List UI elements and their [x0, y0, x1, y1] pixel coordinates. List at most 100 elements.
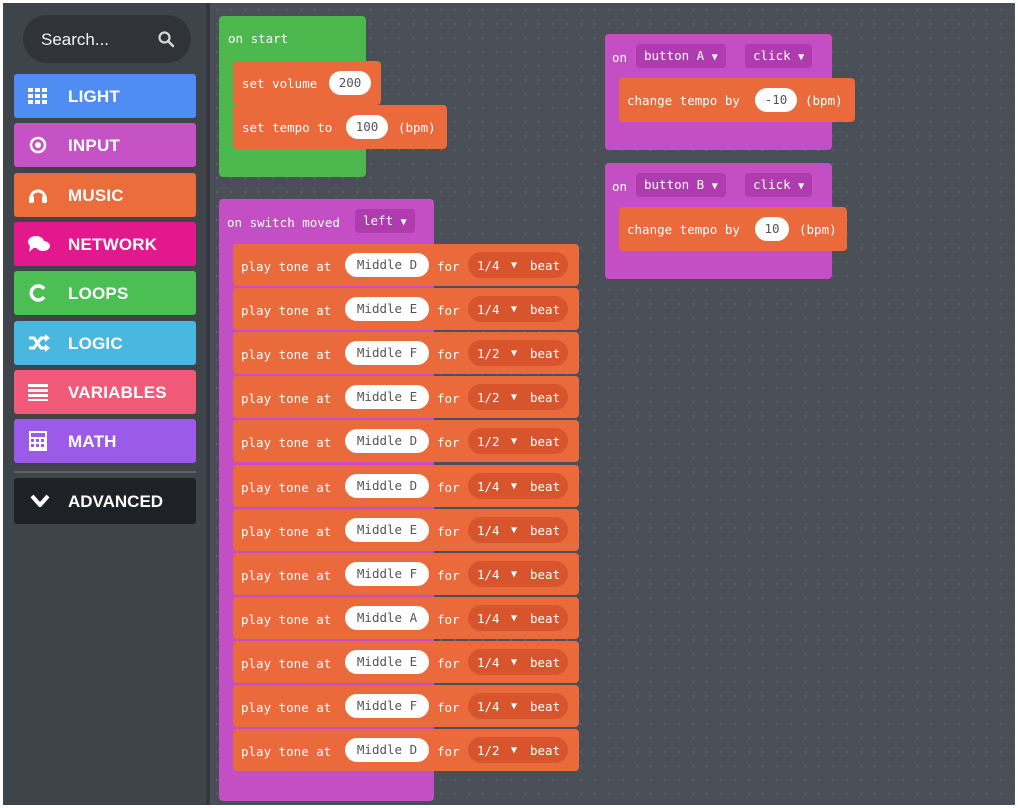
dropdown-arrow-icon: ▼ [511, 568, 518, 580]
change-tempo-b-block[interactable]: change tempo by 10 (bpm) [619, 207, 847, 251]
chat-icon [28, 234, 50, 254]
play-tone-block[interactable]: play tone at Middle D for 1/2 ▼ beat [233, 420, 579, 463]
play-tone-block[interactable]: play tone at Middle E for 1/4 ▼ beat [233, 288, 579, 331]
tone-note-value[interactable]: Middle D [345, 429, 429, 454]
tone-note-value[interactable]: Middle E [345, 297, 429, 322]
button-a-value: button A [644, 48, 705, 63]
duration-dropdown[interactable]: 1/4 ▼ beat [468, 648, 568, 675]
for-label: for [437, 744, 460, 760]
duration-dropdown[interactable]: 1/4 ▼ beat [468, 604, 568, 631]
play-tone-block[interactable]: play tone at Middle E for 1/4 ▼ beat [233, 640, 579, 683]
play-tone-block[interactable]: play tone at Middle E for 1/2 ▼ beat [233, 376, 579, 419]
tone-note-value[interactable]: Middle F [345, 341, 429, 366]
play-tone-label: play tone at [241, 611, 332, 627]
category-network[interactable]: NETWORK [14, 221, 196, 266]
play-tone-block[interactable]: play tone at Middle D for 1/4 ▼ beat [233, 244, 579, 286]
change-tempo-a-block[interactable]: change tempo by -10 (bpm) [619, 78, 855, 122]
play-tone-block[interactable]: play tone at Middle E for 1/4 ▼ beat [233, 508, 579, 551]
category-music[interactable]: MUSIC [14, 172, 196, 217]
search-box[interactable]: Search... [23, 15, 191, 63]
search-icon[interactable] [157, 30, 175, 53]
for-label: for [437, 611, 460, 627]
set-tempo-block[interactable]: set tempo to 100 (bpm) [233, 105, 447, 149]
dropdown-arrow-icon: ▼ [511, 348, 518, 360]
category-label: LOOPS [68, 284, 129, 304]
duration-dropdown[interactable]: 1/4 ▼ beat [468, 252, 568, 278]
set-volume-label: set volume [242, 76, 318, 91]
tone-note-value[interactable]: Middle F [345, 561, 429, 586]
list-icon [28, 382, 48, 402]
duration-dropdown[interactable]: 1/4 ▼ beat [468, 296, 568, 323]
play-tone-block[interactable]: play tone at Middle D for 1/4 ▼ beat [233, 464, 579, 507]
duration-dropdown[interactable]: 1/4 ▼ beat [468, 693, 568, 719]
duration-value: 1/2 [477, 390, 500, 406]
category-label: LIGHT [68, 87, 120, 106]
duration-dropdown[interactable]: 1/2 ▼ beat [468, 340, 568, 367]
tone-note-value[interactable]: Middle A [345, 605, 429, 630]
button-a-action-dropdown[interactable]: click ▼ [745, 44, 813, 68]
tone-note-value[interactable]: Middle D [345, 253, 429, 277]
play-tone-label: play tone at [241, 303, 332, 319]
category-logic[interactable]: LOGIC [14, 320, 196, 365]
duration-dropdown[interactable]: 1/2 ▼ beat [468, 428, 568, 455]
duration-dropdown[interactable]: 1/4 ▼ beat [468, 560, 568, 587]
advanced-button[interactable]: ADVANCED [14, 478, 196, 524]
button-a-on-label: on [612, 50, 628, 65]
dropdown-arrow-icon: ▼ [511, 304, 518, 316]
tone-note-value[interactable]: Middle D [345, 738, 429, 763]
dropdown-arrow-icon: ▼ [511, 392, 518, 404]
play-tone-label: play tone at [241, 744, 332, 760]
button-b-action-dropdown[interactable]: click ▼ [745, 173, 813, 197]
duration-value: 1/4 [477, 654, 500, 670]
play-tone-block[interactable]: play tone at Middle D for 1/2 ▼ beat [233, 729, 579, 772]
for-label: for [437, 347, 460, 363]
change-tempo-b-label: change tempo by [627, 222, 740, 237]
category-light[interactable]: LIGHT [14, 74, 196, 118]
duration-value: 1/2 [477, 346, 500, 362]
button-a-action-value: click [753, 48, 791, 63]
tempo-value[interactable]: 100 [346, 115, 388, 139]
switch-direction-dropdown[interactable]: left ▼ [355, 209, 415, 233]
play-tone-block[interactable]: play tone at Middle F for 1/4 ▼ beat [233, 685, 579, 727]
duration-dropdown[interactable]: 1/4 ▼ beat [468, 516, 568, 543]
change-tempo-a-value[interactable]: -10 [755, 88, 797, 112]
category-input[interactable]: INPUT [14, 123, 196, 168]
tone-note-value[interactable]: Middle D [345, 473, 429, 498]
duration-dropdown[interactable]: 1/2 ▼ beat [468, 384, 568, 411]
dropdown-arrow-icon: ▼ [711, 181, 718, 192]
button-b-action-value: click [753, 177, 791, 192]
beat-label: beat [530, 434, 561, 450]
play-tone-label: play tone at [241, 523, 332, 539]
tone-note-value[interactable]: Middle E [345, 649, 429, 674]
duration-dropdown[interactable]: 1/2 ▼ beat [468, 737, 568, 764]
button-a-dropdown[interactable]: button A ▼ [636, 44, 726, 68]
play-tone-label: play tone at [241, 567, 332, 583]
category-label: MATH [68, 432, 117, 452]
volume-value[interactable]: 200 [329, 71, 371, 95]
category-label: VARIABLES [68, 382, 167, 402]
for-label: for [437, 655, 460, 671]
button-b-dropdown[interactable]: button B ▼ [636, 173, 726, 197]
dropdown-arrow-icon: ▼ [511, 480, 518, 492]
category-loops[interactable]: LOOPS [14, 271, 196, 316]
tone-note-value[interactable]: Middle F [345, 694, 429, 718]
set-volume-block[interactable]: set volume 200 [233, 61, 381, 105]
play-tone-block[interactable]: play tone at Middle F for 1/2 ▼ beat [233, 332, 579, 375]
tone-note-value[interactable]: Middle E [345, 385, 429, 410]
on-start-label: on start [228, 31, 289, 46]
for-label: for [437, 567, 460, 583]
beat-label: beat [530, 743, 561, 759]
tone-note-value[interactable]: Middle E [345, 517, 429, 542]
duration-dropdown[interactable]: 1/4 ▼ beat [468, 472, 568, 499]
change-tempo-b-value[interactable]: 10 [755, 217, 789, 241]
tempo-unit: (bpm) [398, 120, 436, 135]
play-tone-block[interactable]: play tone at Middle A for 1/4 ▼ beat [233, 596, 579, 639]
play-tone-label: play tone at [241, 391, 332, 407]
dropdown-arrow-icon: ▼ [400, 217, 407, 228]
category-variables[interactable]: VARIABLES [14, 369, 196, 414]
dropdown-arrow-icon: ▼ [511, 656, 518, 668]
play-tone-block[interactable]: play tone at Middle F for 1/4 ▼ beat [233, 552, 579, 595]
category-math[interactable]: MATH [14, 419, 196, 464]
duration-value: 1/2 [477, 743, 500, 759]
duration-value: 1/4 [477, 478, 500, 494]
